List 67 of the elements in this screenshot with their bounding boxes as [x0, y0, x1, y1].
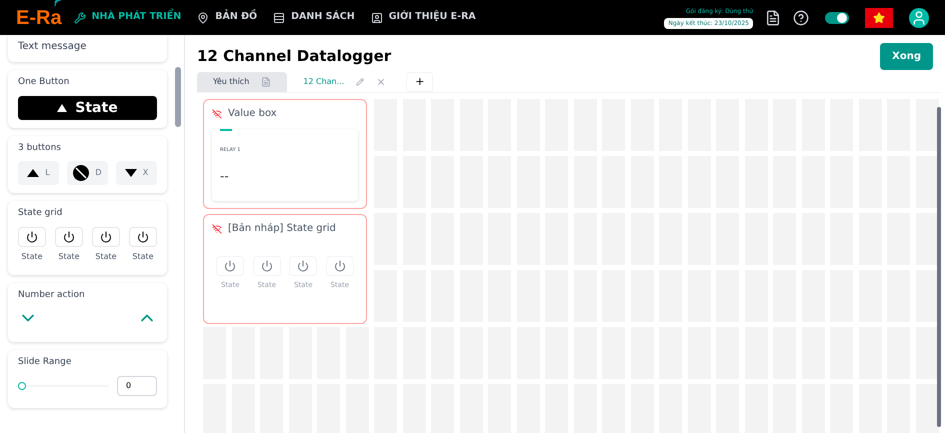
nav-link[interactable]: BẢN ĐỒ	[197, 10, 258, 25]
document-icon[interactable]	[765, 10, 781, 26]
widget-title: Number action	[18, 288, 86, 302]
state-label: State	[132, 250, 154, 262]
power-icon	[100, 230, 112, 242]
widget-title: Value box	[228, 107, 277, 121]
avatar-icon[interactable]	[909, 8, 929, 28]
pin-icon	[197, 12, 210, 24]
power-button[interactable]	[55, 226, 83, 246]
triangle-up-icon	[57, 104, 68, 112]
power-icon	[260, 260, 273, 272]
grid-slot	[916, 99, 938, 151]
widget-title: 3 buttons	[18, 142, 62, 154]
control-button[interactable]: X	[116, 161, 157, 185]
triangle-down-icon	[124, 169, 137, 177]
power-button[interactable]	[18, 226, 46, 246]
power-icon	[63, 230, 75, 242]
vietnam-flag-icon[interactable]	[865, 8, 893, 28]
grid-slot	[916, 327, 938, 379]
slider-thumb[interactable]	[18, 382, 26, 390]
tab[interactable]: Yêu thích	[197, 72, 288, 92]
state-label: State	[21, 250, 43, 262]
close-icon	[376, 77, 386, 87]
value-text: --	[220, 168, 230, 184]
power-icon	[26, 230, 38, 242]
widget-title: [Bản nháp] State grid	[228, 222, 336, 236]
theme-toggle[interactable]	[825, 12, 849, 24]
stop-icon	[73, 165, 90, 181]
control-button[interactable]: D	[67, 161, 108, 185]
edit-icon	[356, 78, 364, 86]
tab-icon	[261, 77, 272, 87]
grid-slot	[916, 270, 938, 322]
triangle-up-icon	[27, 169, 40, 177]
add-tab-button[interactable]: +	[406, 72, 434, 92]
signal-icon	[54, 0, 62, 6]
widget-title: State grid	[18, 207, 64, 220]
state-button[interactable]: State	[18, 96, 157, 120]
page-title: 12 Channel Datalogger	[197, 46, 392, 68]
nav-link[interactable]: GIỚI THIỆU E-RA	[370, 10, 476, 25]
help-icon[interactable]	[793, 10, 809, 26]
badge-icon	[370, 12, 383, 24]
power-icon	[137, 230, 149, 242]
grid-slot	[916, 213, 938, 265]
nav-link[interactable]: DANH SÁCH	[273, 10, 355, 25]
power-icon	[334, 260, 346, 272]
control-button[interactable]: L	[18, 161, 59, 185]
state-label: State	[58, 250, 80, 262]
power-button[interactable]	[129, 226, 157, 246]
power-button[interactable]	[92, 226, 120, 246]
text-message: Text message	[18, 40, 88, 54]
done-button[interactable]: Xong	[880, 43, 933, 70]
power-icon	[297, 260, 310, 272]
wrench-icon	[74, 12, 86, 24]
grid-slot	[916, 156, 938, 208]
widget-title: One Button	[18, 76, 70, 89]
state-label: State	[95, 250, 117, 262]
accent-bar	[220, 129, 232, 131]
scrollbar	[175, 67, 181, 127]
widget-title: Slide Range	[18, 356, 72, 369]
slider[interactable]	[18, 382, 109, 390]
number-field[interactable]: 0	[117, 376, 157, 396]
offline-icon	[212, 224, 222, 234]
nav-link[interactable]: NHÀ PHÁT TRIỂN	[74, 10, 182, 25]
logo[interactable]: E-Ra	[16, 6, 62, 28]
offline-icon	[212, 108, 222, 118]
power-icon	[224, 260, 236, 272]
list-icon	[273, 12, 286, 24]
